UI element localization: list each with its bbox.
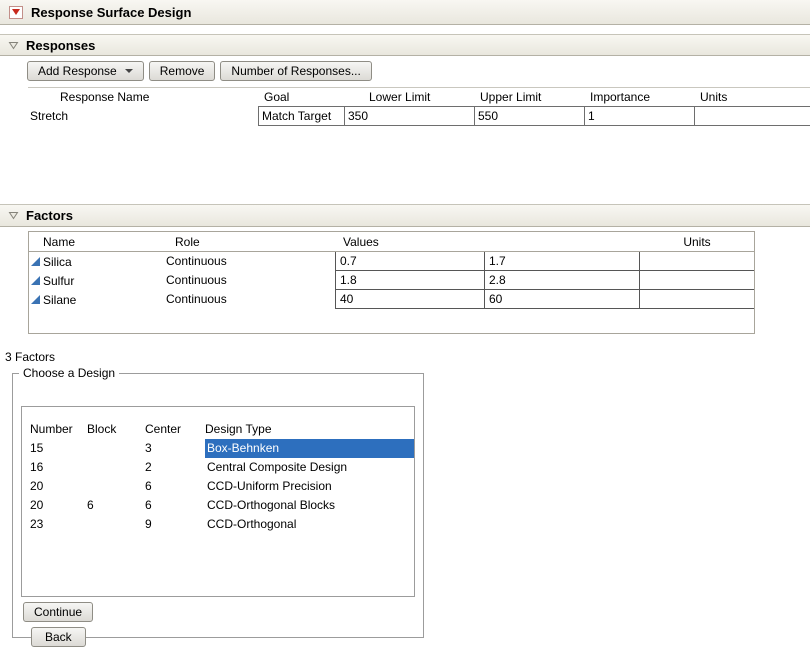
factors-table: Name Role Values Units Silica Continuous… [28,231,755,334]
continue-button[interactable]: Continue [23,602,93,622]
factor-name-cell[interactable]: Silica [29,252,165,271]
design-block [87,439,145,458]
factor-row-silane: Silane Continuous 40 60 [29,290,754,309]
design-block [87,515,145,534]
factor-name-cell[interactable]: Sulfur [29,271,165,290]
design-center: 9 [145,515,205,534]
factor-name-cell[interactable]: Silane [29,290,165,309]
response-units-cell[interactable] [695,106,810,126]
design-center: 6 [145,496,205,515]
col-block: Block [87,420,145,439]
factor-row-silica: Silica Continuous 0.7 1.7 [29,252,754,271]
continuous-factor-icon [31,295,40,304]
factors-section-header: Factors [0,204,810,227]
design-number: 23 [30,515,87,534]
responses-section-header: Responses [0,34,810,56]
disclosure-triangle-icon[interactable] [8,40,19,51]
col-role: Role [165,235,335,249]
choose-design-panel: Choose a Design Number Block Center Desi… [12,366,424,638]
factor-row-sulfur: Sulfur Continuous 1.8 2.8 [29,271,754,290]
design-block [87,458,145,477]
choose-design-legend: Choose a Design [19,366,119,380]
red-triangle-menu-icon[interactable] [9,6,23,19]
responses-table: Response Name Goal Lower Limit Upper Lim… [28,87,810,126]
response-upper-limit-cell[interactable]: 550 [475,106,585,126]
back-button[interactable]: Back [31,627,86,647]
response-goal-cell[interactable]: Match Target [258,106,345,126]
continuous-factor-icon [31,257,40,266]
design-center: 3 [145,439,205,458]
dropdown-arrow-icon [125,69,133,73]
factor-units-cell[interactable] [640,290,754,309]
number-of-responses-button[interactable]: Number of Responses... [220,61,371,81]
design-number: 16 [30,458,87,477]
design-row-ccd-orthogonal[interactable]: 23 9 CCD-Orthogonal [22,515,414,534]
factors-table-header: Name Role Values Units [29,232,754,252]
response-name-cell[interactable]: Stretch [28,106,258,126]
col-values: Values [335,235,485,249]
design-number: 20 [30,496,87,515]
design-list-header: Number Block Center Design Type [22,420,414,439]
response-lower-limit-cell[interactable]: 350 [345,106,475,126]
design-type: CCD-Orthogonal Blocks [205,496,414,515]
factor-units-cell[interactable] [640,252,754,271]
add-response-button[interactable]: Add Response [27,61,144,81]
col-design-type: Design Type [205,420,414,439]
factors-table-empty-area [29,309,754,333]
col-goal: Goal [258,90,345,104]
col-factor-units: Units [640,235,754,249]
factor-units-cell[interactable] [640,271,754,290]
response-importance-cell[interactable]: 1 [585,106,695,126]
design-center: 6 [145,477,205,496]
col-response-name: Response Name [28,90,258,104]
design-number: 20 [30,477,87,496]
remove-button[interactable]: Remove [149,61,216,81]
factor-role-cell[interactable]: Continuous [165,271,335,290]
factor-value-low-cell[interactable]: 40 [335,290,485,309]
title-bar: Response Surface Design [0,0,810,25]
design-list: Number Block Center Design Type 15 3 Box… [21,406,415,597]
design-block: 6 [87,496,145,515]
add-response-label: Add Response [38,64,117,78]
continuous-factor-icon [31,276,40,285]
col-units: Units [695,90,810,104]
design-type: Central Composite Design [205,458,414,477]
design-number: 15 [30,439,87,458]
col-name: Name [29,235,165,249]
factor-name-label: Silica [43,253,72,271]
factor-role-cell[interactable]: Continuous [165,290,335,309]
design-row-ccd-orthogonal-blocks[interactable]: 20 6 6 CCD-Orthogonal Blocks [22,496,414,515]
red-triangle-glyph [12,9,20,15]
page-title: Response Surface Design [31,5,191,20]
factor-role-cell[interactable]: Continuous [165,252,335,271]
design-block [87,477,145,496]
responses-toolbar: Add Response Remove Number of Responses.… [27,61,372,81]
col-importance: Importance [585,90,695,104]
factors-section-title: Factors [26,208,73,223]
factor-name-label: Sulfur [43,272,74,290]
col-upper-limit: Upper Limit [475,90,585,104]
disclosure-triangle-icon[interactable] [8,210,19,221]
response-surface-design-window: Response Surface Design Responses Add Re… [0,0,810,652]
responses-table-header: Response Name Goal Lower Limit Upper Lim… [28,88,810,106]
design-type: CCD-Uniform Precision [205,477,414,496]
design-center: 2 [145,458,205,477]
col-lower-limit: Lower Limit [345,90,475,104]
factor-value-high-cell[interactable]: 2.8 [485,271,640,290]
factor-value-low-cell[interactable]: 1.8 [335,271,485,290]
factor-count-label: 3 Factors [5,350,55,364]
design-row-central-composite[interactable]: 16 2 Central Composite Design [22,458,414,477]
factor-name-label: Silane [43,291,76,309]
design-row-ccd-uniform-precision[interactable]: 20 6 CCD-Uniform Precision [22,477,414,496]
factor-value-low-cell[interactable]: 0.7 [335,252,485,271]
design-type: CCD-Orthogonal [205,515,414,534]
factor-value-high-cell[interactable]: 1.7 [485,252,640,271]
factor-value-high-cell[interactable]: 60 [485,290,640,309]
design-row-box-behnken[interactable]: 15 3 Box-Behnken [22,439,414,458]
responses-section-title: Responses [26,38,95,53]
design-type: Box-Behnken [205,439,414,458]
response-row: Stretch Match Target 350 550 1 [28,106,810,126]
col-center: Center [145,420,205,439]
col-number: Number [30,420,87,439]
